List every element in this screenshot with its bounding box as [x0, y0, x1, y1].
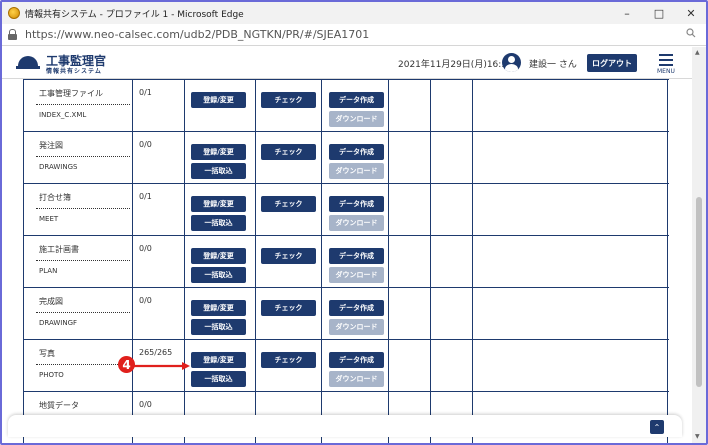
menu-button[interactable]: MENU — [656, 52, 680, 76]
download-button[interactable]: ダウンロード — [329, 319, 384, 335]
create-data-button[interactable]: データ作成 — [329, 196, 384, 212]
check-button[interactable]: チェック — [261, 144, 316, 160]
file-count: 0/0 — [139, 244, 152, 253]
download-button[interactable]: ダウンロード — [329, 371, 384, 387]
file-count: 0/0 — [139, 296, 152, 305]
item-folder: PHOTO — [39, 371, 64, 379]
logo-icon — [16, 56, 40, 70]
item-name: 打合せ簿 — [39, 193, 71, 202]
user-avatar-icon — [502, 53, 521, 72]
download-button[interactable]: ダウンロード — [329, 215, 384, 231]
check-button[interactable]: チェック — [261, 92, 316, 108]
item-name: 写真 — [39, 349, 55, 358]
app-icon — [8, 7, 20, 19]
file-table-viewport: ダウンロード 工事管理ファイル INDEX_C.XML 0/1 登録/変更 チェ… — [2, 79, 692, 443]
check-button[interactable]: チェック — [261, 196, 316, 212]
title-bar: 情報共有システム - プロファイル 1 - Microsoft Edge – □… — [2, 2, 706, 24]
download-button[interactable]: ダウンロード — [329, 111, 384, 127]
create-data-button[interactable]: データ作成 — [329, 92, 384, 108]
register-button[interactable]: 登録/変更 — [191, 248, 246, 264]
item-name: 発注図 — [39, 141, 63, 150]
item-folder: PLAN — [39, 267, 58, 275]
page-scrollbar[interactable]: ▲ ▼ — [692, 47, 706, 443]
bulk-import-button[interactable]: 一括取込 — [191, 163, 246, 179]
item-name: 地質データ — [39, 401, 79, 410]
table-row: 打合せ簿 MEET 0/1 登録/変更 一括取込 チェック データ作成 ダウンロ… — [24, 183, 669, 236]
bulk-import-button[interactable]: 一括取込 — [191, 319, 246, 335]
scroll-up-icon[interactable]: ▲ — [695, 49, 700, 56]
logo-subtitle: 情報共有システム — [46, 68, 102, 75]
step-number-badge: 4 — [118, 356, 135, 373]
scroll-to-top-button[interactable]: ⌃ — [650, 420, 664, 434]
item-name: 工事管理ファイル — [39, 89, 103, 98]
table-row: 発注図 DRAWINGS 0/0 登録/変更 一括取込 チェック データ作成 ダ… — [24, 131, 669, 184]
item-name: 施工計画書 — [39, 245, 79, 254]
bulk-import-button[interactable]: 一括取込 — [191, 215, 246, 231]
close-button[interactable]: ✕ — [676, 2, 706, 24]
file-table: ダウンロード 工事管理ファイル INDEX_C.XML 0/1 登録/変更 チェ… — [23, 79, 669, 443]
table-row: 施工計画書 PLAN 0/0 登録/変更 一括取込 チェック データ作成 ダウン… — [24, 235, 669, 288]
item-folder: MEET — [39, 215, 59, 223]
app-header: 工事監理官 情報共有システム 2021年11月29日(月)16:30 建設一 さ… — [2, 47, 692, 79]
item-name: 完成図 — [39, 297, 63, 306]
check-button[interactable]: チェック — [261, 300, 316, 316]
bulk-import-button[interactable]: 一括取込 — [191, 267, 246, 283]
hamburger-icon — [659, 54, 673, 56]
create-data-button[interactable]: データ作成 — [329, 300, 384, 316]
download-button[interactable]: ダウンロード — [329, 163, 384, 179]
file-count: 0/1 — [139, 88, 152, 97]
item-folder: DRAWINGS — [39, 163, 78, 171]
file-count: 265/265 — [139, 348, 173, 357]
download-button[interactable]: ダウンロード — [329, 267, 384, 283]
username: 建設一 さん — [529, 60, 577, 70]
file-count: 0/0 — [139, 400, 152, 409]
register-button[interactable]: 登録/変更 — [191, 196, 246, 212]
bulk-import-button[interactable]: 一括取込 — [191, 371, 246, 387]
window-title: 情報共有システム - プロファイル 1 - Microsoft Edge — [25, 9, 244, 20]
lock-icon — [8, 29, 17, 40]
datetime: 2021年11月29日(月)16:30 — [398, 60, 513, 70]
check-button[interactable]: チェック — [261, 352, 316, 368]
register-button[interactable]: 登録/変更 — [191, 300, 246, 316]
file-count: 0/1 — [139, 192, 152, 201]
bottom-panel — [8, 415, 682, 437]
scroll-down-icon[interactable]: ▼ — [695, 433, 700, 440]
menu-label: MENU — [657, 68, 675, 75]
check-button[interactable]: チェック — [261, 248, 316, 264]
register-button[interactable]: 登録/変更 — [191, 352, 246, 368]
register-button[interactable]: 登録/変更 — [191, 144, 246, 160]
create-data-button[interactable]: データ作成 — [329, 352, 384, 368]
register-button[interactable]: 登録/変更 — [191, 92, 246, 108]
item-folder: DRAWINGF — [39, 319, 78, 327]
scrollbar-thumb[interactable] — [696, 197, 702, 387]
create-data-button[interactable]: データ作成 — [329, 248, 384, 264]
item-folder: INDEX_C.XML — [39, 111, 87, 119]
maximize-button[interactable]: □ — [644, 2, 674, 24]
table-row: 工事管理ファイル INDEX_C.XML 0/1 登録/変更 チェック データ作… — [24, 79, 669, 132]
address-bar[interactable]: https://www.neo-calsec.com/udb2/PDB_NGTK… — [2, 24, 706, 46]
zoom-icon[interactable] — [686, 28, 696, 41]
create-data-button[interactable]: データ作成 — [329, 144, 384, 160]
logout-button[interactable]: ログアウト — [587, 54, 637, 72]
minimize-button[interactable]: – — [612, 2, 642, 24]
file-count: 0/0 — [139, 140, 152, 149]
table-row: 完成図 DRAWINGF 0/0 登録/変更 一括取込 チェック データ作成 ダ… — [24, 287, 669, 340]
url-text[interactable]: https://www.neo-calsec.com/udb2/PDB_NGTK… — [25, 28, 369, 41]
arrow-icon — [134, 362, 190, 370]
